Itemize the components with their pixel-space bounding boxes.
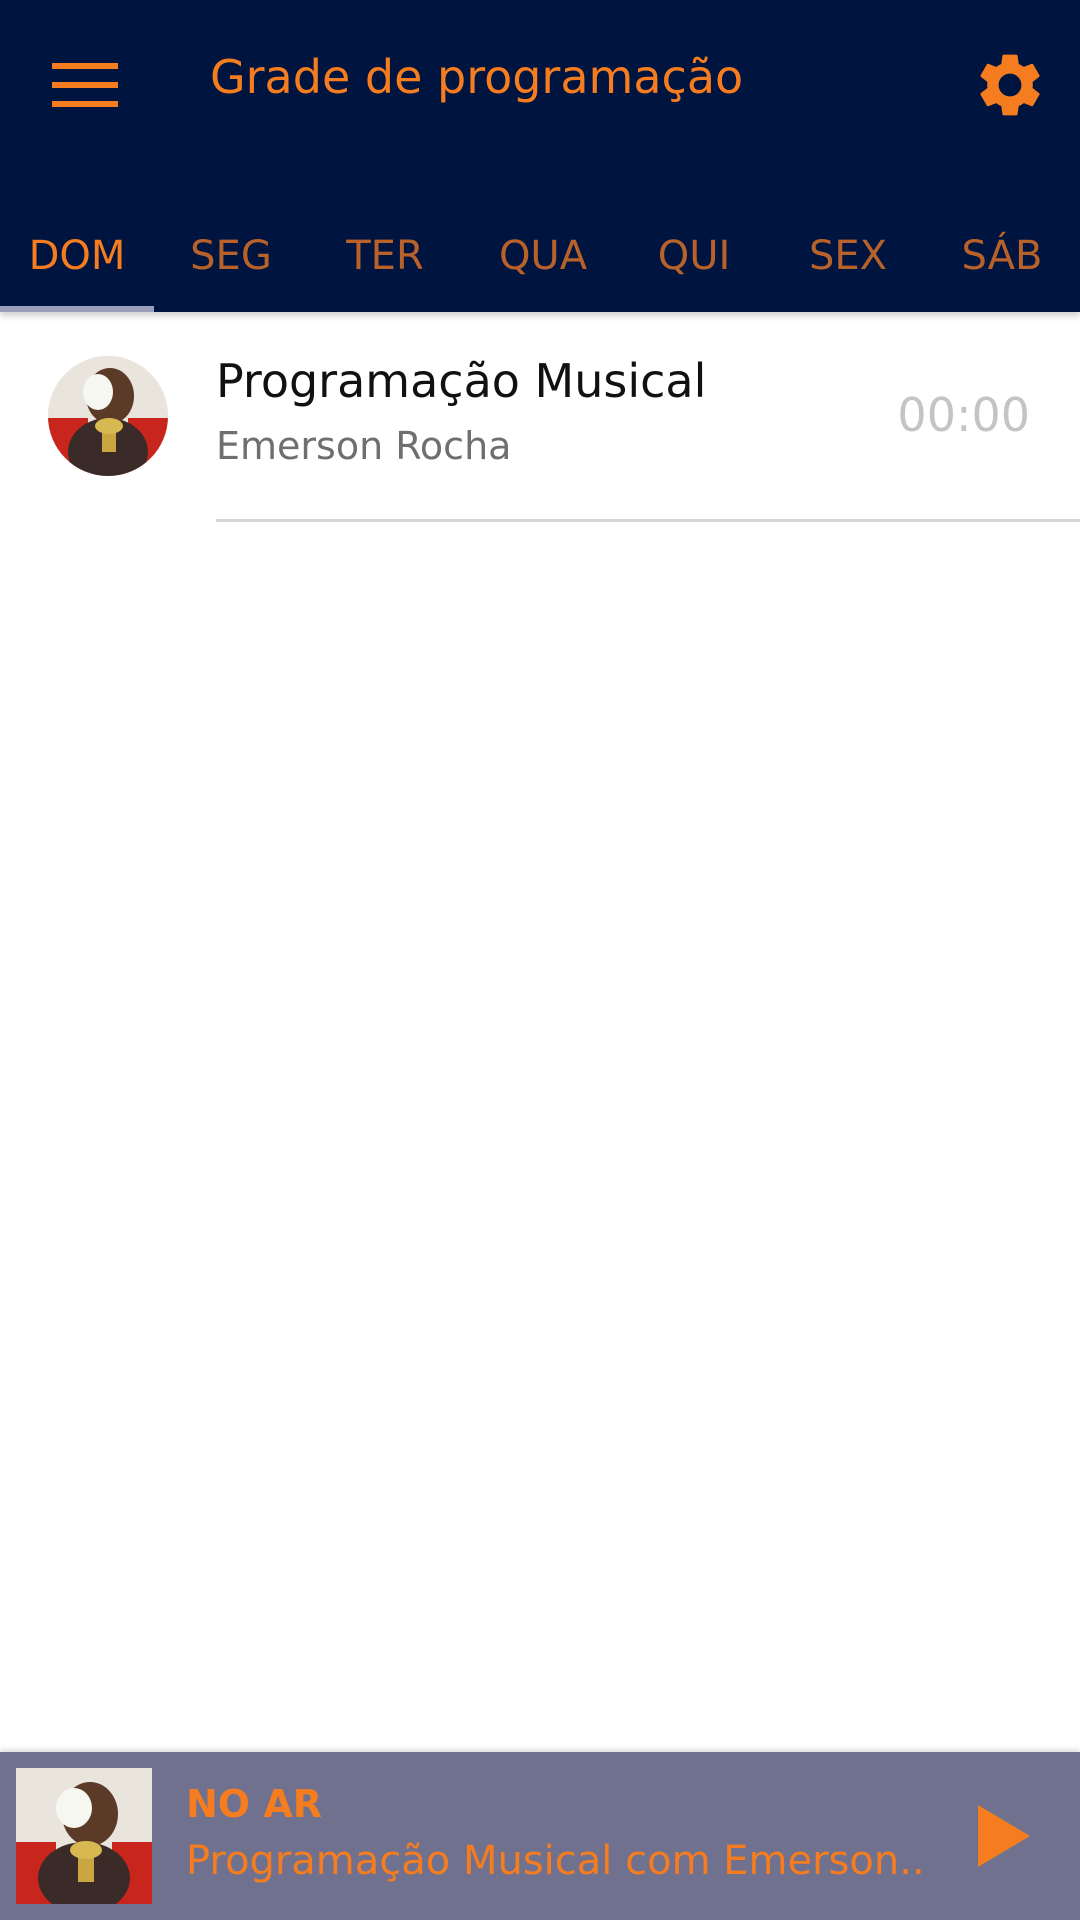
tab-qua[interactable]: QUA [462, 200, 624, 312]
tab-dom[interactable]: DOM [0, 200, 154, 312]
program-title: Programação Musical [216, 354, 707, 408]
now-playing-thumbnail [16, 1768, 152, 1904]
tab-sab[interactable]: SÁB [924, 200, 1080, 312]
program-time: 00:00 [897, 388, 1030, 442]
settings-button[interactable] [960, 40, 1060, 130]
hamburger-menu-icon [52, 63, 118, 107]
play-icon [978, 1805, 1030, 1867]
gear-icon [980, 54, 1040, 116]
app-root: Grade de programação DOM SEG TER QUA QUI… [0, 0, 1080, 1920]
top-app-bar: Grade de programação DOM SEG TER QUA QUI… [0, 0, 1080, 312]
play-button[interactable] [964, 1792, 1044, 1880]
program-host: Emerson Rocha [216, 424, 512, 468]
day-tabs: DOM SEG TER QUA QUI SEX SÁB [0, 200, 1080, 312]
now-playing-bar[interactable]: NO AR Programação Musical com Emerson.. [0, 1752, 1080, 1920]
now-playing-track: Programação Musical com Emerson.. [186, 1838, 925, 1884]
tab-sex[interactable]: SEX [770, 200, 926, 312]
page-title: Grade de programação [210, 50, 744, 104]
on-air-label: NO AR [186, 1782, 323, 1826]
tab-qui[interactable]: QUI [616, 200, 772, 312]
tab-seg[interactable]: SEG [154, 200, 308, 312]
row-divider [216, 519, 1080, 522]
priest-avatar [48, 356, 168, 476]
schedule-list: Programação Musical Emerson Rocha 00:00 [0, 312, 1080, 522]
menu-button[interactable] [30, 40, 140, 130]
tab-ter[interactable]: TER [308, 200, 462, 312]
list-item[interactable]: Programação Musical Emerson Rocha 00:00 [0, 312, 1080, 522]
